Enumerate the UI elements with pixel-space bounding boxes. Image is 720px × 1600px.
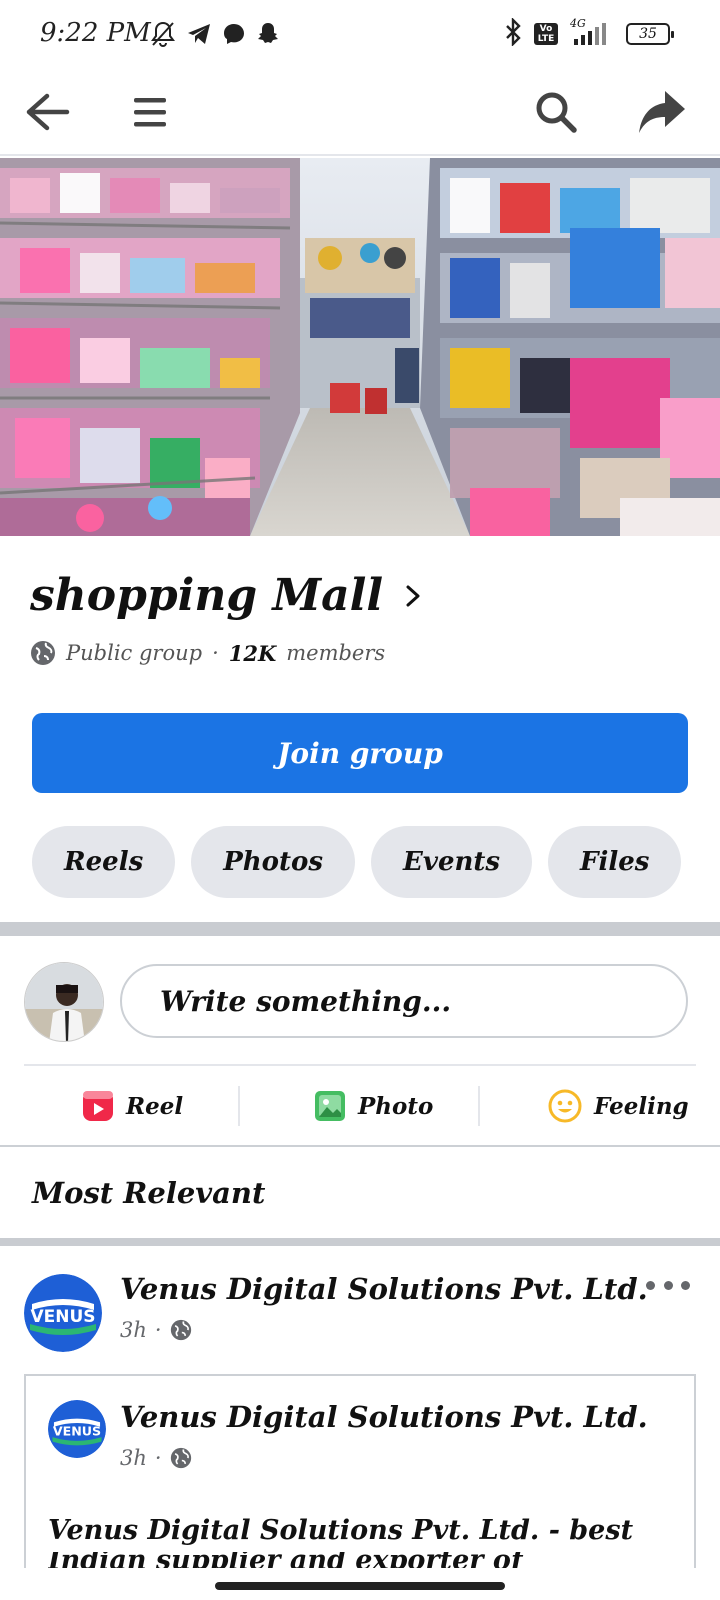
status-time: 9:22 PM bbox=[40, 18, 151, 48]
share-button[interactable] bbox=[632, 82, 692, 142]
telegram-icon bbox=[186, 22, 212, 50]
bell-off-icon bbox=[150, 20, 176, 52]
reel-button[interactable]: Reel bbox=[82, 1084, 183, 1128]
photo-button[interactable]: Photo bbox=[314, 1084, 433, 1128]
user-avatar[interactable] bbox=[24, 962, 104, 1042]
messenger-icon bbox=[222, 22, 246, 50]
post-author-avatar[interactable]: VENUS bbox=[24, 1274, 102, 1352]
post-author-name[interactable]: Venus Digital Solutions Pvt. Ltd. bbox=[120, 1272, 648, 1306]
globe-icon bbox=[170, 1447, 191, 1469]
shared-author-name[interactable]: Venus Digital Solutions Pvt. Ltd. bbox=[120, 1400, 648, 1434]
reel-label: Reel bbox=[126, 1092, 184, 1120]
tab-events[interactable]: Events bbox=[371, 826, 533, 898]
feeling-button[interactable]: Feeling bbox=[548, 1084, 689, 1128]
section-divider bbox=[0, 922, 720, 936]
share-icon bbox=[639, 91, 685, 133]
group-name-link[interactable]: shopping Mall bbox=[30, 570, 421, 621]
more-dot-icon bbox=[681, 1280, 690, 1290]
group-name: shopping Mall bbox=[30, 570, 384, 621]
top-toolbar bbox=[0, 70, 720, 156]
chevron-right-icon bbox=[406, 585, 420, 606]
bluetooth-icon bbox=[502, 17, 524, 50]
group-privacy: Public group bbox=[66, 641, 203, 665]
home-gesture-bar[interactable] bbox=[215, 1582, 505, 1590]
status-system-icons: Vo LTE 4G 35 bbox=[502, 17, 674, 50]
signal-icon: 4G bbox=[568, 17, 616, 47]
composer-actions: Reel Photo Feeling bbox=[0, 1084, 720, 1128]
tab-photos[interactable]: Photos bbox=[191, 826, 356, 898]
photo-label: Photo bbox=[358, 1092, 434, 1120]
globe-icon bbox=[170, 1319, 191, 1341]
menu-button[interactable] bbox=[120, 82, 180, 142]
tab-files[interactable]: Files bbox=[548, 826, 682, 898]
more-dot-icon bbox=[663, 1280, 673, 1290]
join-group-button[interactable]: Join group bbox=[32, 713, 688, 793]
back-arrow-icon bbox=[26, 93, 70, 131]
post-time-text: 3h bbox=[120, 1318, 147, 1342]
sort-most-relevant[interactable]: Most Relevant bbox=[32, 1176, 265, 1210]
composer-divider bbox=[24, 1064, 696, 1066]
globe-icon bbox=[31, 641, 55, 665]
tab-reels[interactable]: Reels bbox=[32, 826, 176, 898]
status-notification-icons bbox=[150, 20, 280, 52]
search-icon bbox=[536, 92, 577, 133]
battery-indicator: 35 bbox=[626, 23, 674, 45]
volte-icon: Vo LTE bbox=[534, 23, 558, 45]
shared-post-text-line2: Indian supplier and exporter of innovati… bbox=[48, 1552, 523, 1568]
shared-timestamp: 3h · bbox=[120, 1446, 192, 1470]
write-something-input[interactable]: Write something... bbox=[120, 964, 688, 1038]
hamburger-menu-icon bbox=[134, 98, 166, 127]
meta-separator: · bbox=[212, 641, 219, 665]
reel-icon bbox=[83, 1091, 113, 1121]
snapchat-icon bbox=[256, 21, 280, 51]
search-button[interactable] bbox=[526, 82, 586, 142]
feeling-label: Feeling bbox=[594, 1092, 689, 1120]
status-bar: 9:22 PM Vo LTE 4G 35 bbox=[0, 0, 720, 70]
more-dot-icon bbox=[646, 1280, 655, 1290]
shared-time-text: 3h bbox=[120, 1446, 147, 1470]
group-tabs: Reels Photos Events Files bbox=[32, 826, 682, 898]
composer-bottom-divider bbox=[0, 1145, 720, 1147]
section-divider bbox=[0, 1238, 720, 1246]
member-count: 12K bbox=[228, 640, 277, 666]
post-timestamp: 3h · bbox=[120, 1318, 192, 1342]
group-cover-photo[interactable] bbox=[0, 158, 720, 536]
action-divider bbox=[478, 1086, 480, 1126]
post-more-options-button[interactable] bbox=[646, 1270, 690, 1300]
feeling-smiley-icon bbox=[548, 1089, 582, 1123]
shared-author-avatar[interactable]: VENUS bbox=[48, 1400, 106, 1458]
group-meta: Public group · 12K members bbox=[30, 640, 385, 666]
venus-logo-text: VENUS bbox=[53, 1424, 101, 1439]
venus-logo-text: VENUS bbox=[30, 1307, 95, 1327]
photo-icon bbox=[315, 1091, 345, 1121]
members-label: members bbox=[286, 641, 386, 665]
back-button[interactable] bbox=[18, 82, 78, 142]
action-divider bbox=[238, 1086, 240, 1126]
